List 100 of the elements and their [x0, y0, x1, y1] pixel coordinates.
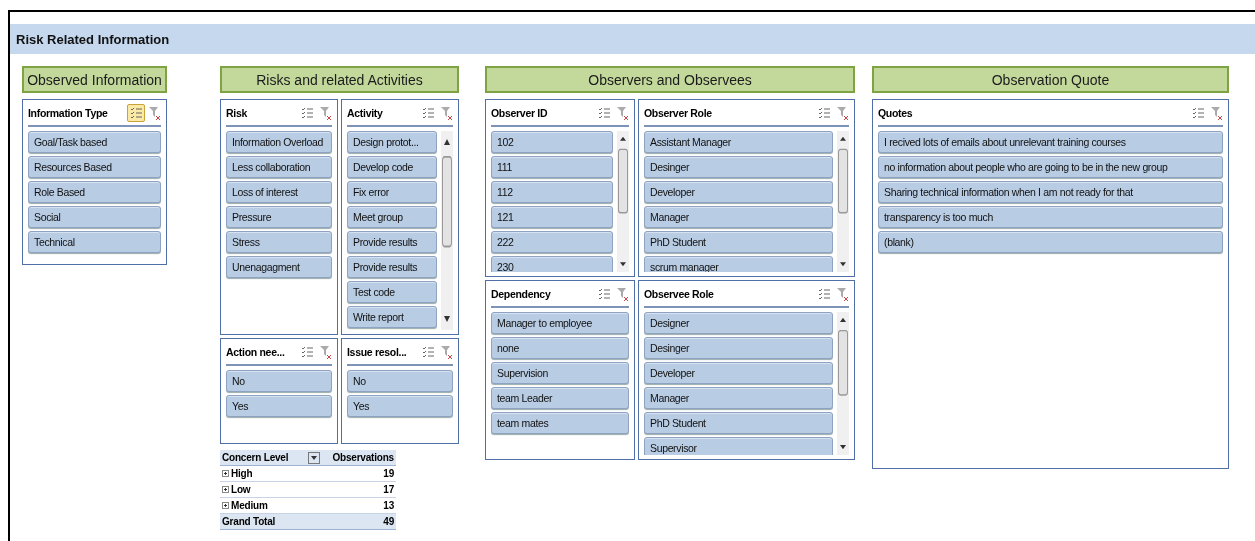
slicer-item[interactable]: Yes	[226, 395, 332, 417]
multi-select-icon	[422, 346, 434, 358]
pivot-header: Observations	[332, 452, 394, 463]
slicer-title: Risk	[226, 107, 248, 119]
slicer-item[interactable]: Test code	[347, 281, 437, 303]
multi-select-icon	[130, 107, 142, 119]
slicer-item[interactable]: 111	[491, 156, 613, 178]
section-heading: Observers and Observees	[485, 66, 855, 93]
slicer-title: Observee Role	[644, 288, 715, 300]
multi-select-icon	[422, 107, 434, 119]
dropdown-button[interactable]	[308, 451, 321, 464]
slicer-item[interactable]: Role Based	[28, 181, 161, 203]
slicer-title: Issue resol...	[347, 346, 408, 358]
slicer-item[interactable]: Sharing technical information when I am not ready for that	[878, 181, 1223, 203]
slicer-item[interactable]: transparency is too much	[878, 206, 1223, 228]
pivot-row-label: Low	[231, 484, 251, 495]
slicer-item[interactable]: Manager to employee	[491, 312, 629, 334]
slicer-item[interactable]: Provide results	[347, 256, 437, 278]
slicer-item[interactable]: PhD Student	[644, 412, 833, 434]
slicer-title: Quotes	[878, 107, 914, 119]
slicer-item[interactable]: Loss of interest	[226, 181, 332, 203]
clear-filter-icon[interactable]	[837, 106, 849, 120]
slicer-item[interactable]: Provide results	[347, 231, 437, 253]
slicer-title: Information Type	[28, 107, 109, 119]
clear-filter-icon[interactable]	[320, 106, 332, 120]
slicer-item[interactable]: Stress	[226, 231, 332, 253]
scrollbar[interactable]	[441, 131, 453, 330]
clear-filter-icon[interactable]	[441, 345, 453, 359]
slicer-item[interactable]: team Leader	[491, 387, 629, 409]
slicer-item[interactable]: Designer	[644, 312, 833, 334]
slicer-item[interactable]: I recived lots of emails about unrelevant training courses	[878, 131, 1223, 153]
multi-select-icon	[598, 107, 610, 119]
slicer-item[interactable]: Manager	[644, 387, 833, 409]
multi-select-icon	[301, 346, 313, 358]
slicer-item[interactable]: Developer	[644, 362, 833, 384]
multi-select-button[interactable]	[127, 104, 145, 122]
slicer-item[interactable]: No	[347, 370, 453, 392]
slicer-item[interactable]: Write report	[347, 306, 437, 328]
slicer-title: Activity	[347, 107, 384, 119]
clear-filter-icon[interactable]	[320, 345, 332, 359]
expand-icon[interactable]	[222, 470, 229, 477]
slicer-item[interactable]: Meet group	[347, 206, 437, 228]
slicer-item[interactable]: team mates	[491, 412, 629, 434]
pivot-value: 19	[383, 468, 394, 479]
slicer-item[interactable]: Technical	[28, 231, 161, 253]
slicer-item[interactable]: Desinger	[644, 156, 833, 178]
slicer-item[interactable]: 230	[491, 256, 613, 272]
scrollbar[interactable]	[837, 131, 849, 272]
slicer-item[interactable]: Unenagagment	[226, 256, 332, 278]
slicer-item[interactable]: 102	[491, 131, 613, 153]
pivot-row-label: High	[231, 468, 253, 479]
slicer-item[interactable]: Resources Based	[28, 156, 161, 178]
slicer-item[interactable]: 121	[491, 206, 613, 228]
pivot-header: Concern Level	[222, 452, 289, 463]
multi-select-icon	[818, 107, 830, 119]
caret-icon	[311, 455, 318, 460]
slicer-item[interactable]: PhD Student	[644, 231, 833, 253]
clear-filter-icon[interactable]	[1211, 106, 1223, 120]
slicer-item[interactable]: Social	[28, 206, 161, 228]
slicer-item[interactable]: Goal/Task based	[28, 131, 161, 153]
pivot-total-label: Grand Total	[222, 516, 276, 527]
slicer-item[interactable]: Desinger	[644, 337, 833, 359]
slicer-item[interactable]: Pressure	[226, 206, 332, 228]
clear-filter-icon[interactable]	[149, 106, 161, 120]
pivot-value: 13	[383, 500, 394, 511]
expand-icon[interactable]	[222, 502, 229, 509]
multi-select-icon	[301, 107, 313, 119]
slicer-item[interactable]: Developer	[644, 181, 833, 203]
clear-filter-icon[interactable]	[617, 287, 629, 301]
slicer-title: Dependency	[491, 288, 552, 300]
slicer-item[interactable]: none	[491, 337, 629, 359]
clear-filter-icon[interactable]	[837, 287, 849, 301]
clear-filter-icon[interactable]	[441, 106, 453, 120]
scrollbar[interactable]	[837, 312, 849, 455]
slicer-item[interactable]: 112	[491, 181, 613, 203]
section-heading: Observation Quote	[872, 66, 1229, 93]
scrollbar[interactable]	[617, 131, 629, 272]
slicer-title: Observer Role	[644, 107, 713, 119]
slicer-item[interactable]: Supervisor	[644, 437, 833, 455]
slicer-item[interactable]: no information about people who are going to be in the new group	[878, 156, 1223, 178]
slicer-item[interactable]: Less collaboration	[226, 156, 332, 178]
pivot-row-label: Medium	[231, 500, 268, 511]
slicer-item[interactable]: (blank)	[878, 231, 1223, 253]
slicer-item[interactable]: No	[226, 370, 332, 392]
slicer-title: Action nee...	[226, 346, 286, 358]
slicer-item[interactable]: Manager	[644, 206, 833, 228]
slicer-item[interactable]: Yes	[347, 395, 453, 417]
multi-select-icon	[598, 288, 610, 300]
slicer-item[interactable]: Information Overload	[226, 131, 332, 153]
section-heading: Observed Information	[22, 66, 167, 93]
slicer-item[interactable]: 222	[491, 231, 613, 253]
pivot-value: 49	[383, 516, 394, 527]
clear-filter-icon[interactable]	[617, 106, 629, 120]
slicer-item[interactable]: Develop code	[347, 156, 437, 178]
slicer-item[interactable]: Design protot...	[347, 131, 437, 153]
expand-icon[interactable]	[222, 486, 229, 493]
multi-select-icon	[818, 288, 830, 300]
slicer-item[interactable]: Supervision	[491, 362, 629, 384]
slicer-item[interactable]: Fix error	[347, 181, 437, 203]
slicer-item[interactable]: Assistant Manager	[644, 131, 833, 153]
